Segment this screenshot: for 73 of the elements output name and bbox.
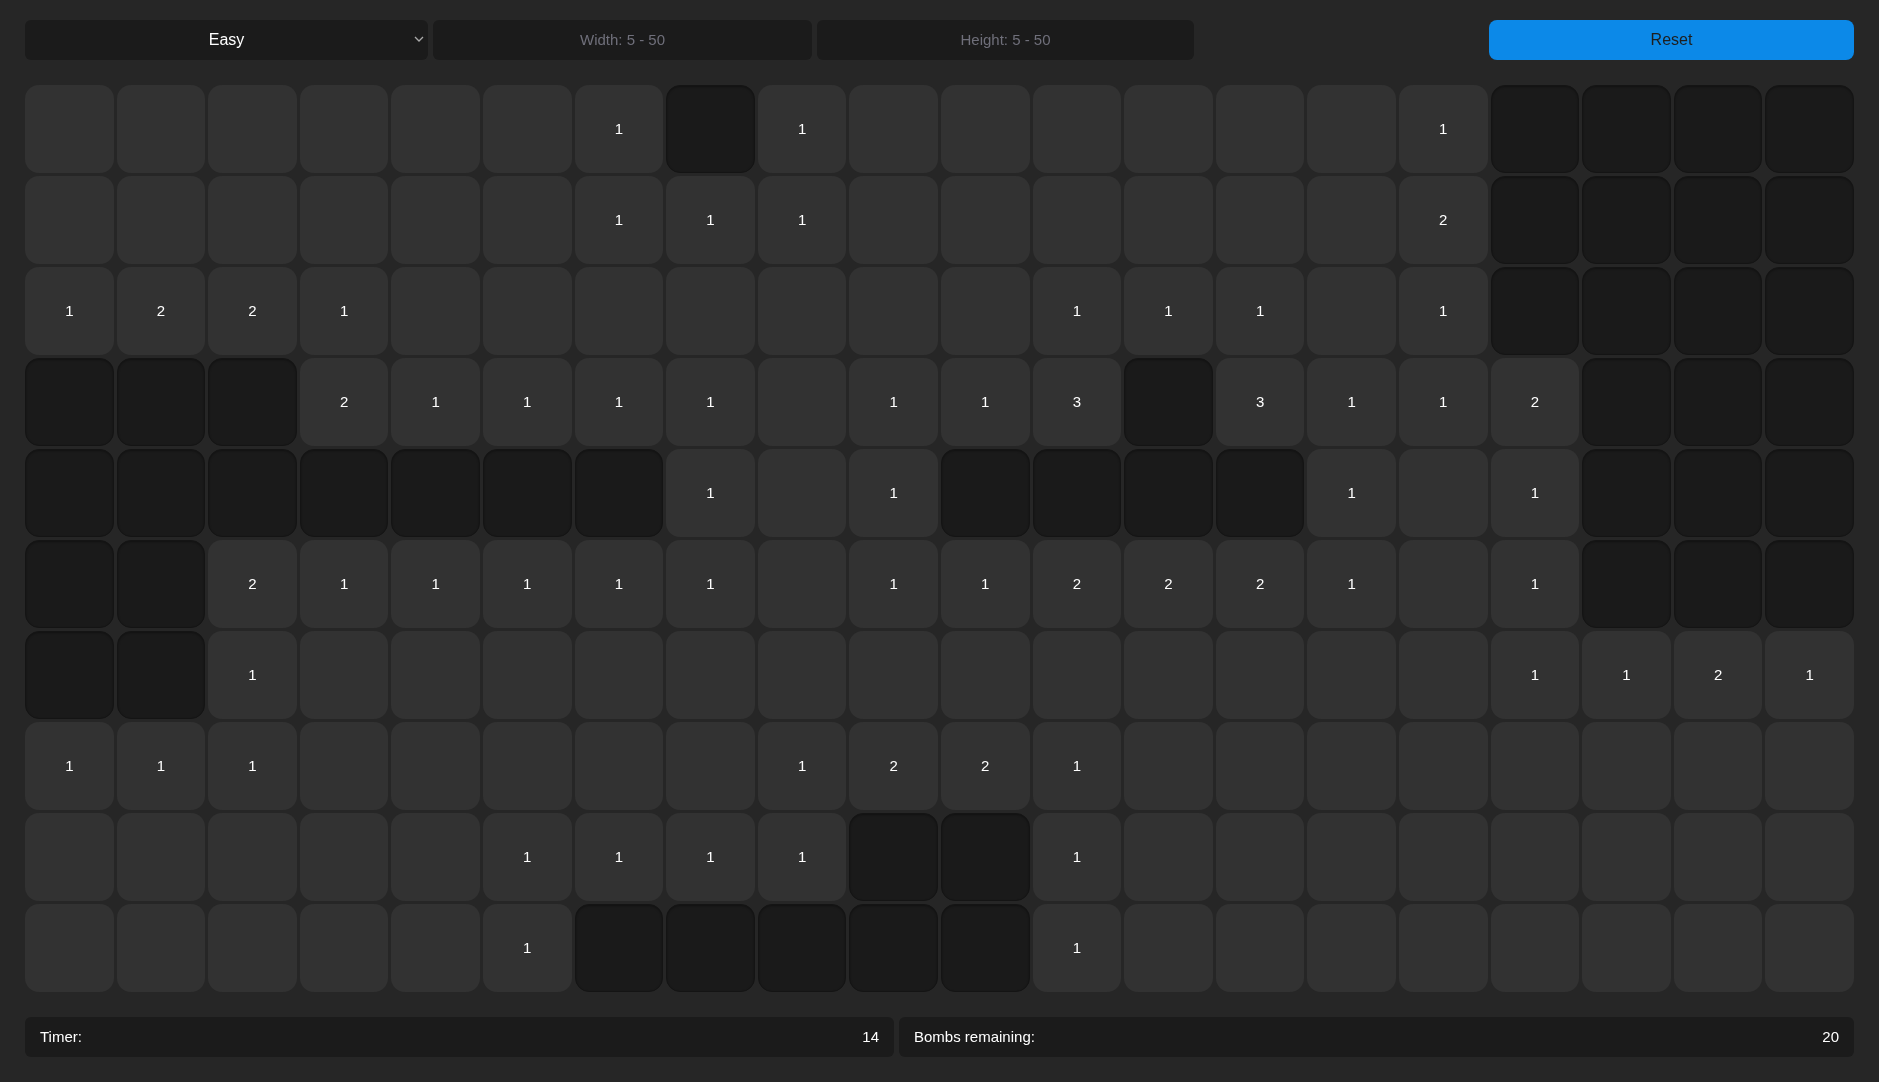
revealed-cell[interactable]: 1 — [483, 904, 572, 992]
revealed-cell[interactable]: 1 — [757, 176, 847, 264]
revealed-cell[interactable]: 1 — [666, 176, 755, 264]
revealed-cell[interactable]: 1 — [1582, 631, 1671, 719]
revealed-cell[interactable]: 1 — [483, 358, 572, 446]
revealed-cell[interactable]: 1 — [757, 722, 847, 810]
revealed-cell[interactable]: 1 — [574, 176, 664, 264]
revealed-cell[interactable]: 1 — [1307, 358, 1396, 446]
revealed-cell[interactable]: 2 — [1215, 540, 1305, 628]
revealed-cell[interactable]: 2 — [208, 267, 297, 355]
revealed-cell[interactable]: 1 — [299, 540, 389, 628]
bombs-remaining-value: 20 — [1822, 1026, 1839, 1047]
timer-value: 14 — [862, 1026, 879, 1047]
revealed-cell[interactable]: 1 — [391, 358, 480, 446]
revealed-cell[interactable]: 2 — [849, 722, 938, 810]
revealed-cell[interactable]: 1 — [849, 540, 938, 628]
revealed-cell[interactable]: 1 — [757, 85, 847, 173]
difficulty-dropdown[interactable]: Easy — [25, 20, 428, 60]
revealed-cell[interactable]: 1 — [1215, 267, 1305, 355]
revealed-cell[interactable]: 1 — [574, 813, 664, 901]
revealed-cell[interactable]: 2 — [1490, 358, 1580, 446]
revealed-cell[interactable]: 2 — [299, 358, 389, 446]
revealed-cell[interactable]: 1 — [391, 540, 480, 628]
revealed-cell[interactable]: 1 — [1032, 267, 1122, 355]
revealed-cell[interactable]: 1 — [574, 540, 664, 628]
revealed-cell[interactable]: 1 — [208, 722, 297, 810]
revealed-cell[interactable]: 1 — [1032, 904, 1122, 992]
revealed-cell[interactable]: 1 — [1490, 540, 1580, 628]
revealed-cell[interactable]: 1 — [1490, 449, 1580, 537]
revealed-cell[interactable]: 1 — [1490, 631, 1580, 719]
reset-button[interactable]: Reset — [1489, 20, 1854, 60]
revealed-cell[interactable]: 3 — [1215, 358, 1305, 446]
revealed-cell[interactable]: 1 — [1032, 722, 1122, 810]
revealed-cell[interactable]: 1 — [1399, 267, 1488, 355]
revealed-cell[interactable]: 1 — [208, 631, 297, 719]
timer-label: Timer: — [40, 1026, 82, 1047]
revealed-cell[interactable]: 1 — [574, 358, 664, 446]
revealed-cell[interactable]: 1 — [849, 449, 938, 537]
revealed-cell[interactable]: 1 — [757, 813, 847, 901]
revealed-cell[interactable]: 1 — [941, 540, 1030, 628]
revealed-cell[interactable]: 1 — [941, 358, 1030, 446]
revealed-cell[interactable]: 2 — [208, 540, 297, 628]
revealed-cell[interactable]: 1 — [25, 722, 114, 810]
revealed-cell[interactable]: 1 — [116, 722, 206, 810]
revealed-cell[interactable]: 1 — [1765, 631, 1854, 719]
revealed-cell[interactable]: 1 — [299, 267, 389, 355]
revealed-cell[interactable]: 1 — [1032, 813, 1122, 901]
revealed-cell[interactable]: 2 — [1032, 540, 1122, 628]
bombs-remaining-label: Bombs remaining: — [914, 1026, 1035, 1047]
revealed-cell[interactable]: 1 — [666, 449, 755, 537]
revealed-cell[interactable]: 3 — [1032, 358, 1122, 446]
width-input-field[interactable]: Width: 5 - 50 — [433, 20, 812, 60]
difficulty-value: Easy — [208, 30, 245, 50]
revealed-cell[interactable]: 2 — [1673, 631, 1763, 719]
revealed-cell[interactable]: 1 — [1124, 267, 1213, 355]
revealed-cell[interactable]: 1 — [1399, 358, 1488, 446]
chevron-down-icon — [414, 36, 424, 43]
revealed-cell[interactable]: 1 — [849, 358, 938, 446]
revealed-cell[interactable]: 2 — [1124, 540, 1213, 628]
revealed-cell[interactable]: 1 — [666, 358, 755, 446]
revealed-cell[interactable]: 1 — [483, 813, 572, 901]
height-input-field[interactable]: Height: 5 - 50 — [817, 20, 1194, 60]
revealed-cell[interactable]: 1 — [1307, 449, 1396, 537]
revealed-cell[interactable]: 1 — [574, 85, 664, 173]
revealed-cell[interactable]: 2 — [941, 722, 1030, 810]
revealed-cell[interactable]: 1 — [25, 267, 114, 355]
revealed-cell[interactable]: 1 — [666, 540, 755, 628]
revealed-cell[interactable]: 1 — [1399, 85, 1488, 173]
revealed-cell[interactable]: 1 — [483, 540, 572, 628]
revealed-cell[interactable]: 2 — [116, 267, 206, 355]
revealed-cell[interactable]: 2 — [1399, 176, 1488, 264]
revealed-cell[interactable]: 1 — [666, 813, 755, 901]
revealed-cell[interactable]: 1 — [1307, 540, 1396, 628]
